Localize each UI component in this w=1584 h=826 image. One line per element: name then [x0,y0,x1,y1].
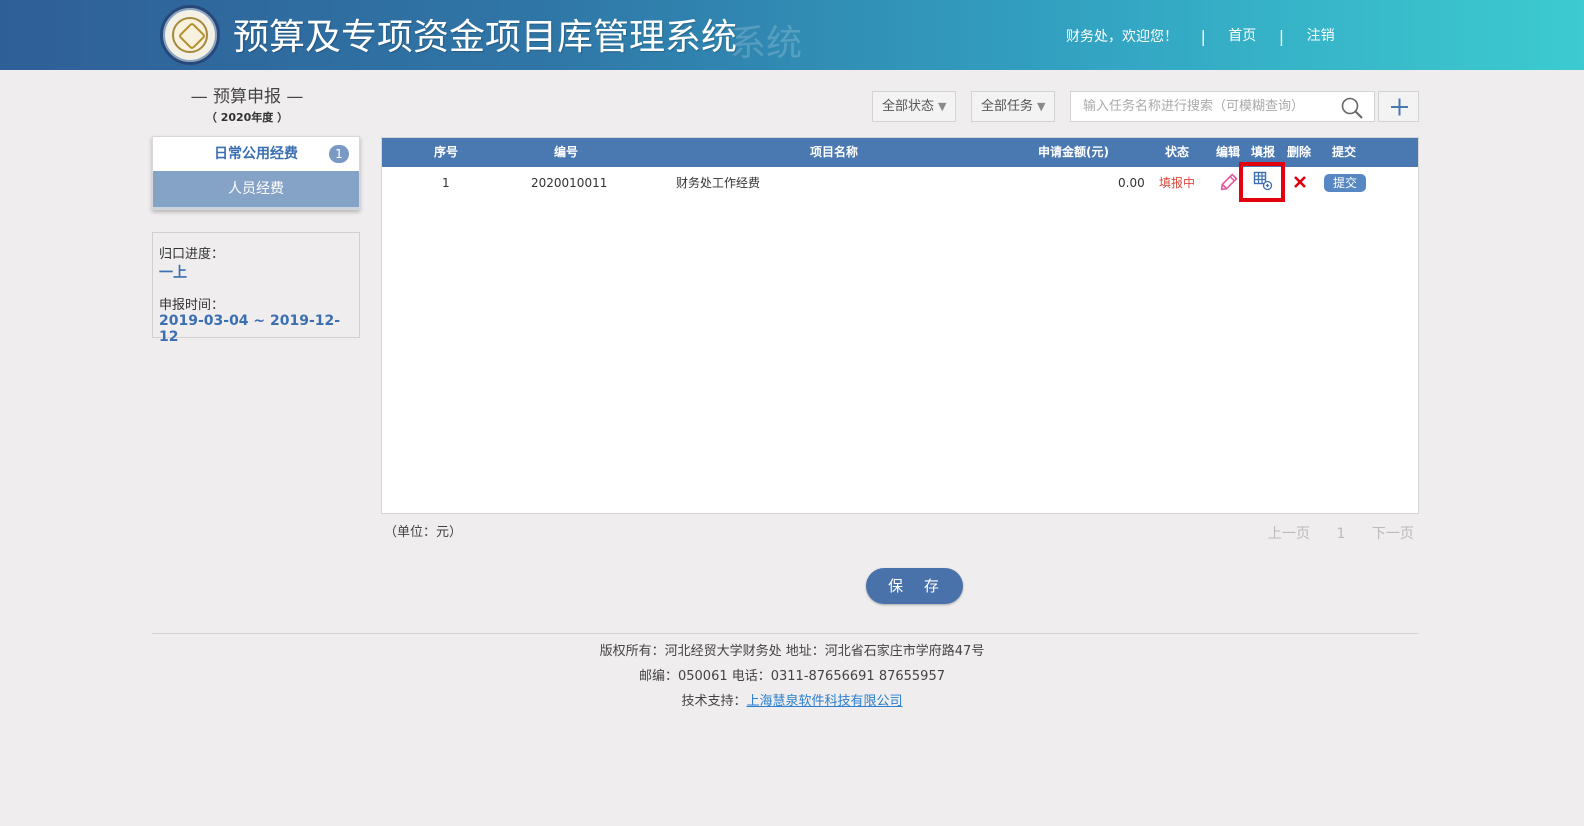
menu-item-daily-expenses[interactable]: 日常公用经费 1 [153,137,359,171]
dropdown-arrow-icon: ▼ [1037,100,1046,113]
menu-item-personnel-expenses[interactable]: 人员经费 [153,171,359,209]
column-header: 申请金额(元) [1038,145,1109,159]
row-amount: 0.00 [1118,176,1145,190]
column-header: 状态 [1165,145,1190,159]
submit-button[interactable]: 提交 [1324,174,1366,192]
column-header: 序号 [434,145,459,159]
row-status: 填报中 [1159,176,1196,190]
row-project-name: 财务处工作经费 [676,176,761,190]
task-filter-label: 全部任务 [981,99,1034,114]
menu-item-label: 人员经费 [228,181,284,197]
budget-menu: 日常公用经费 1 人员经费 [152,136,360,210]
close-x-icon[interactable] [1293,175,1307,189]
save-button[interactable]: 保 存 [866,568,963,604]
current-page[interactable]: 1 [1336,526,1345,542]
progress-value: 一上 [159,265,187,281]
search-input[interactable] [1071,92,1326,121]
time-value: 2019-03-04 ~ 2019-12-12 [159,313,341,345]
footer-contact: 邮编：050061 电话：0311-87656691 87655957 [638,669,945,684]
section-year: （ 2020年度 ） [205,111,289,124]
dropdown-arrow-icon: ▼ [938,100,947,113]
row-code: 2020010011 [531,176,608,190]
project-table: 序号 编号 项目名称 申请金额(元) 状态 编辑 填报 删除 提交 1 2020… [381,137,1419,514]
app-title: 预算及专项资金项目库管理系统 [233,17,738,58]
plus-icon [1391,98,1408,116]
university-logo [160,5,220,65]
pagination: 上一页 1 下一页 [1268,523,1436,543]
unit-note: （单位：元） [384,525,463,540]
footer-copyright: 版权所有：河北经贸大学财务处 地址：河北省石家庄市学府路47号 [599,644,985,659]
report-info-box: 归口进度： 一上 申报时间： 2019-03-04 ~ 2019-12-12 [152,232,360,345]
column-header: 删除 [1287,145,1312,159]
column-header: 项目名称 [810,145,859,159]
task-filter-dropdown[interactable]: 全部任务 ▼ [971,91,1056,122]
top-nav: 财务处，欢迎您！ | 首页 | 注销 [1066,25,1335,46]
column-header: 编号 [554,145,579,159]
menu-item-label: 日常公用经费 [214,146,298,162]
footer: 版权所有：河北经贸大学财务处 地址：河北省石家庄市学府路47号 邮编：05006… [0,639,1584,714]
count-badge: 1 [329,145,349,163]
home-link[interactable]: 首页 [1228,28,1256,44]
support-label: 技术支持： [681,694,747,709]
support-company-link[interactable]: 上海慧泉软件科技有限公司 [747,694,903,709]
status-filter-label: 全部状态 [882,99,935,114]
form-table-icon[interactable] [1253,171,1273,191]
status-filter-dropdown[interactable]: 全部状态 ▼ [872,91,957,122]
welcome-text: 财务处，欢迎您！ [1066,29,1178,45]
next-page-button[interactable]: 下一页 [1372,526,1414,542]
nav-separator: | [1200,26,1206,46]
footer-divider [152,633,1419,634]
column-header: 编辑 [1216,145,1241,159]
nav-separator: | [1278,26,1285,46]
footer-support: 技术支持：上海慧泉软件科技有限公司 [0,689,1584,714]
search-icon[interactable] [1340,96,1364,120]
progress-label: 归口进度： [159,247,225,262]
top-header: 预算及专项资金项目库管理系统 预算及专项资金项目库管理系统 财务处，欢迎您！ |… [0,0,1584,70]
prev-page-button[interactable]: 上一页 [1268,526,1310,542]
logout-link[interactable]: 注销 [1307,28,1335,44]
search-box [1070,91,1375,122]
row-index: 1 [442,176,450,190]
pencil-icon[interactable] [1218,173,1238,193]
time-label: 申报时间： [159,298,225,313]
section-title: — 预算申报 — [190,87,304,107]
column-header: 提交 [1332,145,1357,159]
add-button[interactable] [1378,91,1419,122]
